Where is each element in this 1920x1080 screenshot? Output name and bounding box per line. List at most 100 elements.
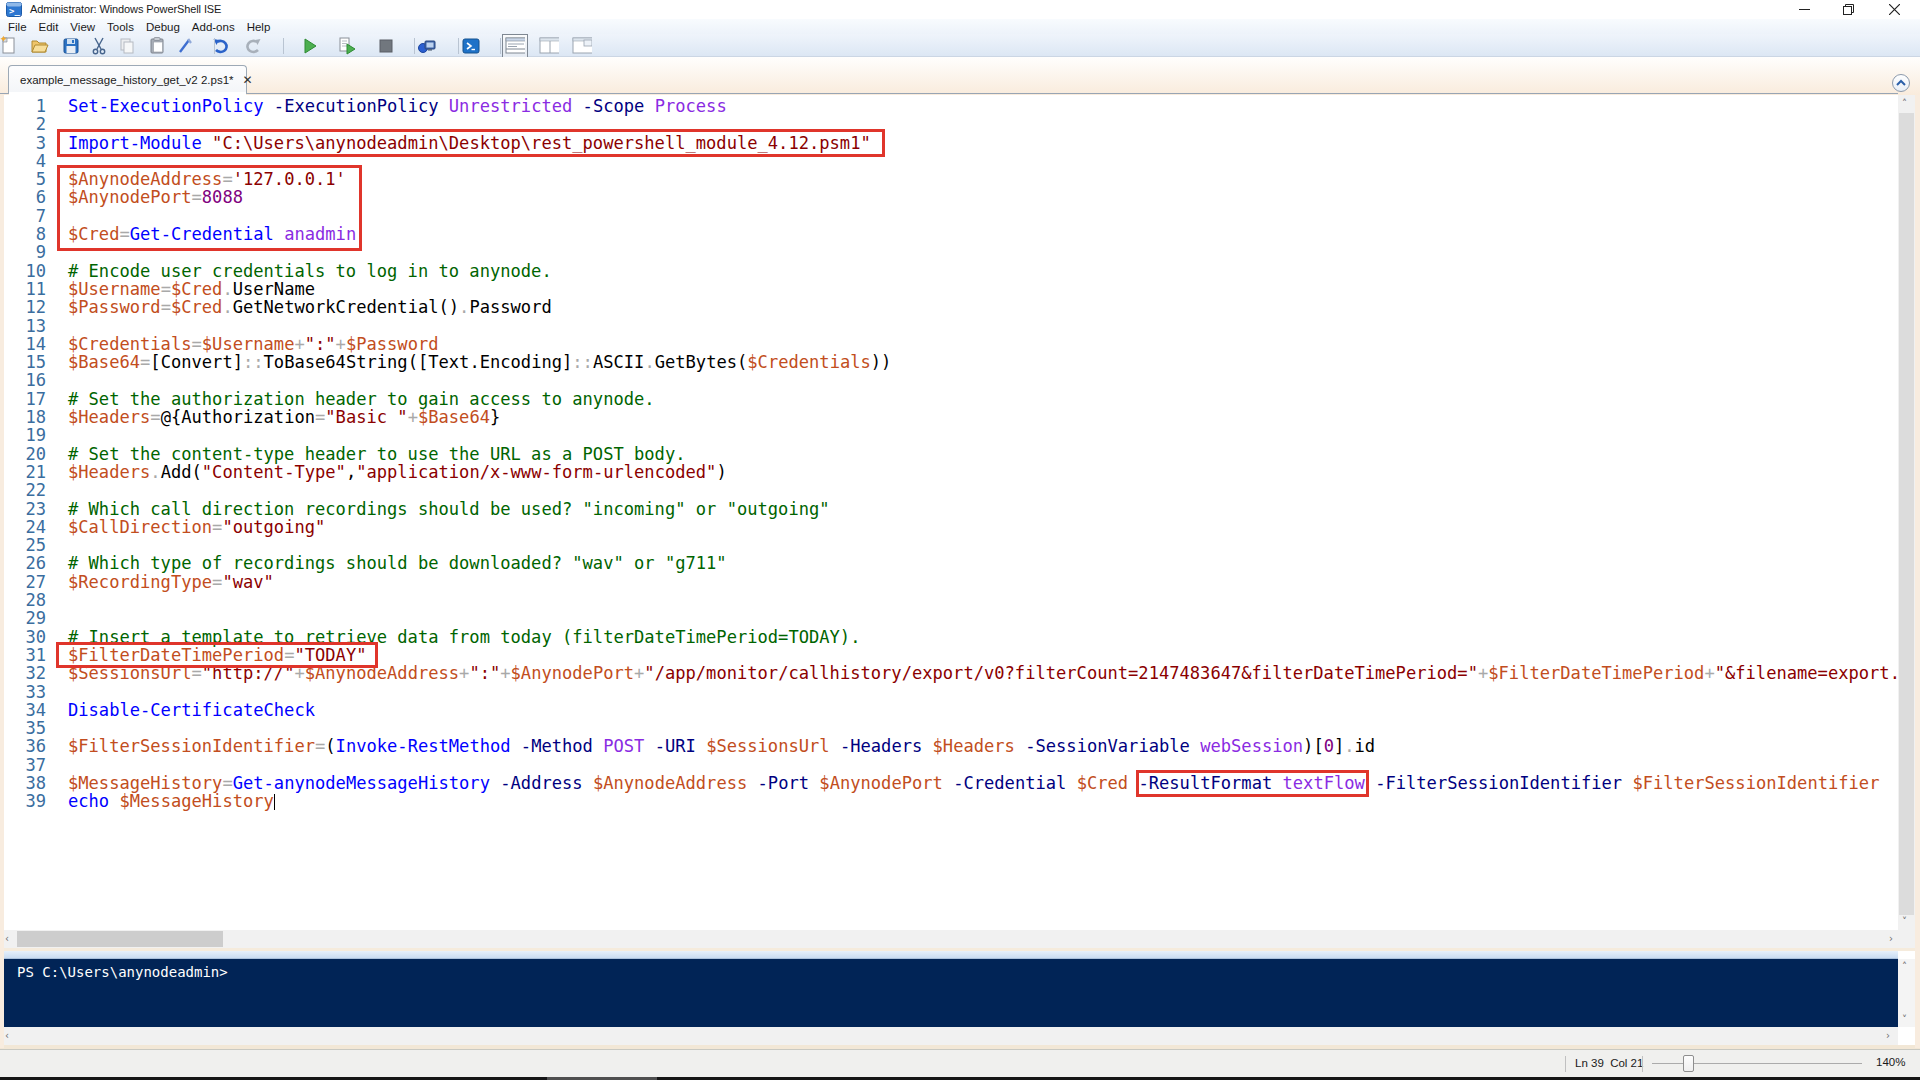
new-remote-powershell-tab-icon	[417, 36, 437, 56]
line-number: 10	[0, 262, 46, 280]
zoom-level: 140%	[1876, 1056, 1905, 1068]
stop-operation-button[interactable]	[376, 36, 396, 56]
line-number: 14	[0, 335, 46, 353]
line-number: 37	[0, 756, 46, 774]
line-number: 35	[0, 719, 46, 737]
tab-script[interactable]: example_message_history_get_v2 2.ps1* ✕	[8, 65, 247, 94]
scroll-up-icon[interactable]: ˄	[1902, 962, 1907, 972]
menu-debug[interactable]: Debug	[146, 21, 180, 33]
line-number: 8	[0, 225, 46, 243]
console-horizontal-scrollbar[interactable]: ‹ ›	[0, 1027, 1898, 1045]
scroll-left-icon[interactable]: ‹	[5, 934, 9, 944]
svg-text:>_: >_	[9, 6, 20, 16]
line-number: 16	[0, 371, 46, 389]
save-button[interactable]	[61, 36, 81, 56]
code-line-22: 22	[0, 481, 1898, 499]
code-line-24: 24$CallDirection="outgoing"	[0, 518, 1898, 536]
code-line-35: 35	[0, 719, 1898, 737]
line-number: 2	[0, 115, 46, 133]
clear-console-button[interactable]	[176, 36, 196, 56]
new-remote-powershell-tab-button[interactable]	[417, 36, 437, 56]
code-line-12: 12$Password=$Cred.GetNetworkCredential()…	[0, 298, 1898, 316]
code-line-25: 25	[0, 536, 1898, 554]
line-number: 23	[0, 500, 46, 518]
line-number: 32	[0, 664, 46, 682]
scroll-right-icon[interactable]: ›	[1889, 934, 1893, 944]
code-line-10: 10# Encode user credentials to log in to…	[0, 262, 1898, 280]
copy-icon	[117, 36, 137, 56]
code-line-23: 23# Which call direction recordings shou…	[0, 500, 1898, 518]
line-number: 36	[0, 737, 46, 755]
line-number: 17	[0, 390, 46, 408]
code-line-11: 11$Username=$Cred.UserName	[0, 280, 1898, 298]
restore-button[interactable]	[1828, 0, 1868, 19]
tab-close-icon[interactable]: ✕	[243, 74, 253, 86]
tab-strip-border	[0, 93, 1898, 94]
scroll-right-icon[interactable]: ›	[1886, 1031, 1890, 1041]
editor-vertical-scrollbar[interactable]: ˄ ˅	[1898, 95, 1915, 930]
scroll-up-icon[interactable]: ˄	[1902, 99, 1907, 109]
show-script-pane-right-button[interactable]	[539, 36, 559, 56]
scroll-down-icon[interactable]: ˅	[1902, 1015, 1907, 1025]
menu-addons[interactable]: Add-ons	[192, 21, 235, 33]
zoom-slider-thumb[interactable]	[1683, 1055, 1694, 1072]
code-line-15: 15$Base64=[Convert]::ToBase64String([Tex…	[0, 353, 1898, 371]
menu-edit[interactable]: Edit	[39, 21, 59, 33]
line-number: 11	[0, 280, 46, 298]
copy-button[interactable]	[117, 36, 137, 56]
code-line-18: 18$Headers=@{Authorization="Basic "+$Bas…	[0, 408, 1898, 426]
run-selection-button[interactable]	[337, 36, 357, 56]
scrollbar-thumb[interactable]	[1899, 113, 1914, 915]
hide-script-pane-button[interactable]	[1892, 74, 1910, 92]
line-number: 38	[0, 774, 46, 792]
scrollbar-thumb[interactable]	[17, 931, 223, 947]
code-line-28: 28	[0, 591, 1898, 609]
code-line-26: 26# Which type of recordings should be d…	[0, 554, 1898, 572]
run-script-icon	[300, 36, 320, 56]
save-icon	[61, 36, 81, 56]
console-vertical-scrollbar[interactable]: ˄ ˅	[1898, 959, 1915, 1027]
code-line-21: 21$Headers.Add("Content-Type","applicati…	[0, 463, 1898, 481]
code-line-29: 29	[0, 609, 1898, 627]
line-number: 1	[0, 97, 46, 115]
show-script-pane-top-button[interactable]	[502, 34, 528, 58]
close-button[interactable]	[1874, 0, 1914, 19]
menu-file[interactable]: File	[8, 21, 27, 33]
annotation-box-import-module	[57, 129, 885, 157]
scroll-left-icon[interactable]: ‹	[5, 1031, 9, 1041]
annotation-box-connection-vars	[57, 165, 362, 251]
line-number: 33	[0, 683, 46, 701]
line-number: 28	[0, 591, 46, 609]
start-powershell-exe-button[interactable]	[461, 36, 481, 56]
undo-button[interactable]	[212, 36, 232, 56]
paste-button[interactable]	[147, 36, 167, 56]
open-script-button[interactable]	[30, 36, 50, 56]
line-number: 39	[0, 792, 46, 810]
powershell-ise-icon: >_	[6, 2, 22, 17]
minimize-button[interactable]	[1784, 0, 1824, 19]
editor-horizontal-scrollbar[interactable]: ‹ ›	[0, 930, 1898, 948]
undo-icon	[212, 36, 232, 56]
run-script-button[interactable]	[300, 36, 320, 56]
window-title: Administrator: Windows PowerShell ISE	[30, 3, 221, 15]
line-number: 18	[0, 408, 46, 426]
menu-tools[interactable]: Tools	[107, 21, 134, 33]
cut-button[interactable]	[89, 36, 109, 56]
tab-strip	[0, 57, 1920, 95]
annotation-box-filter-period	[56, 642, 378, 668]
menu-bar: File Edit View Tools Debug Add-ons Help	[0, 19, 1920, 34]
redo-button[interactable]	[242, 36, 262, 56]
new-script-button[interactable]	[0, 36, 19, 56]
show-script-pane-maximized-button[interactable]	[572, 36, 592, 56]
line-number: 24	[0, 518, 46, 536]
console-pane[interactable]: PS C:\Users\anynodeadmin>	[0, 959, 1898, 1027]
menu-help[interactable]: Help	[247, 21, 271, 33]
line-number: 6	[0, 188, 46, 206]
line-number: 3	[0, 134, 46, 152]
console-prompt: PS C:\Users\anynodeadmin>	[17, 964, 228, 980]
code-line-34: 34Disable-CertificateCheck	[0, 701, 1898, 719]
redo-icon	[242, 36, 262, 56]
scroll-down-icon[interactable]: ˅	[1902, 917, 1907, 927]
line-number: 12	[0, 298, 46, 316]
menu-view[interactable]: View	[70, 21, 95, 33]
